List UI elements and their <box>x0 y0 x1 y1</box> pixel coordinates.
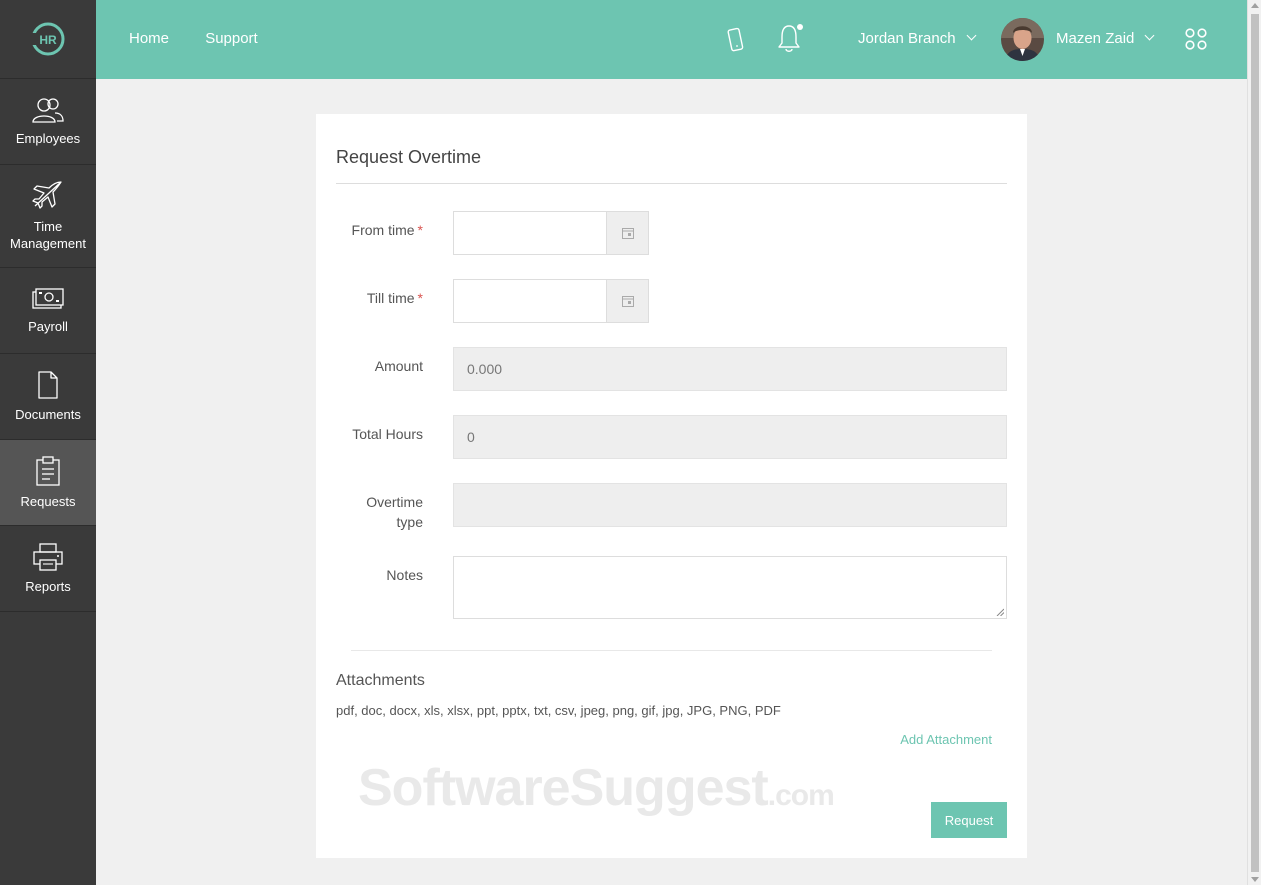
overtime-type-label: Overtime type <box>366 494 423 530</box>
money-icon <box>32 288 64 309</box>
sidebar-item-label: Requests <box>20 494 76 509</box>
add-attachment-link[interactable]: Add Attachment <box>900 732 992 747</box>
branch-selector[interactable]: Jordan Branch <box>858 30 977 47</box>
notification-bell-icon[interactable] <box>777 22 805 54</box>
calendar-icon <box>621 296 634 307</box>
sidebar-item-documents[interactable]: Documents <box>0 354 96 440</box>
total-hours-label: Total Hours <box>352 426 423 442</box>
required-mark: * <box>417 290 423 306</box>
resize-handle-icon[interactable] <box>996 608 1004 616</box>
user-avatar[interactable] <box>1001 18 1044 61</box>
scroll-thumb[interactable] <box>1251 14 1259 872</box>
users-icon <box>32 98 64 123</box>
from-time-label-text: From time <box>351 222 415 238</box>
sidebar-item-employees[interactable]: Employees <box>0 79 96 165</box>
sidebar-item-label: Documents <box>15 407 81 422</box>
user-menu[interactable]: Mazen Zaid <box>1056 30 1155 47</box>
printer-icon <box>33 543 63 571</box>
logo[interactable]: HR <box>0 0 96 79</box>
calendar-icon <box>621 228 634 239</box>
till-time-label-text: Till time <box>366 290 415 306</box>
top-navigation-bar: Home Support Jordan Branch Mazen Zaid <box>96 0 1247 79</box>
title-divider <box>336 183 1007 184</box>
till-time-calendar-button[interactable] <box>606 280 648 322</box>
chevron-down-icon <box>1144 30 1155 41</box>
sidebar-item-label: Reports <box>25 579 71 594</box>
request-button[interactable]: Request <box>931 802 1007 838</box>
notes-textarea[interactable] <box>453 556 1007 619</box>
document-icon <box>38 371 58 399</box>
clipboard-icon <box>36 456 60 486</box>
sidebar-item-requests[interactable]: Requests <box>0 440 96 526</box>
amount-label: Amount <box>374 358 423 374</box>
sidebar-item-label: Payroll <box>28 319 68 334</box>
vertical-scrollbar[interactable] <box>1247 0 1261 885</box>
sidebar-item-time-management[interactable]: Time Management <box>0 165 96 268</box>
required-mark: * <box>417 222 423 238</box>
sidebar: HR Employees Time Management Payroll Doc… <box>0 0 96 885</box>
sidebar-item-payroll[interactable]: Payroll <box>0 268 96 354</box>
from-time-calendar-button[interactable] <box>606 212 648 254</box>
watermark-suffix: .com <box>767 779 835 812</box>
sidebar-item-reports[interactable]: Reports <box>0 526 96 612</box>
notes-label: Notes <box>386 567 423 583</box>
nav-link-home[interactable]: Home <box>129 30 169 47</box>
total-hours-field: 0 <box>453 415 1007 459</box>
watermark: SoftwareSuggest.com <box>358 758 835 818</box>
allowed-file-types: pdf, doc, docx, xls, xlsx, ppt, pptx, tx… <box>336 703 781 718</box>
branch-name: Jordan Branch <box>858 30 956 47</box>
amount-field: 0.000 <box>453 347 1007 391</box>
scroll-up-arrow-icon[interactable] <box>1251 3 1259 8</box>
till-time-input[interactable] <box>453 279 649 323</box>
logo-text: HR <box>39 33 57 47</box>
section-divider <box>351 650 992 651</box>
attachments-title: Attachments <box>336 672 425 689</box>
form-title: Request Overtime <box>336 147 482 167</box>
from-time-input[interactable] <box>453 211 649 255</box>
watermark-main: SoftwareSuggest <box>358 759 769 817</box>
chevron-down-icon <box>966 30 977 41</box>
sidebar-item-label: Employees <box>15 131 81 146</box>
airplane-icon <box>32 181 62 209</box>
till-time-label: Till time * <box>303 288 423 308</box>
user-name: Mazen Zaid <box>1056 30 1135 47</box>
apps-grid-icon[interactable] <box>1184 27 1208 51</box>
overtime-type-field <box>453 483 1007 527</box>
hr-logo-icon: HR <box>30 22 65 56</box>
sidebar-item-label: Time Management <box>10 219 86 251</box>
top-nav-links: Home Support <box>129 30 290 47</box>
scroll-down-arrow-icon[interactable] <box>1251 877 1259 882</box>
mobile-phone-icon[interactable] <box>727 27 745 53</box>
nav-link-support[interactable]: Support <box>205 30 258 47</box>
from-time-label: From time * <box>303 220 423 240</box>
request-overtime-form: Request Overtime From time * Till time * A… <box>316 114 1027 858</box>
